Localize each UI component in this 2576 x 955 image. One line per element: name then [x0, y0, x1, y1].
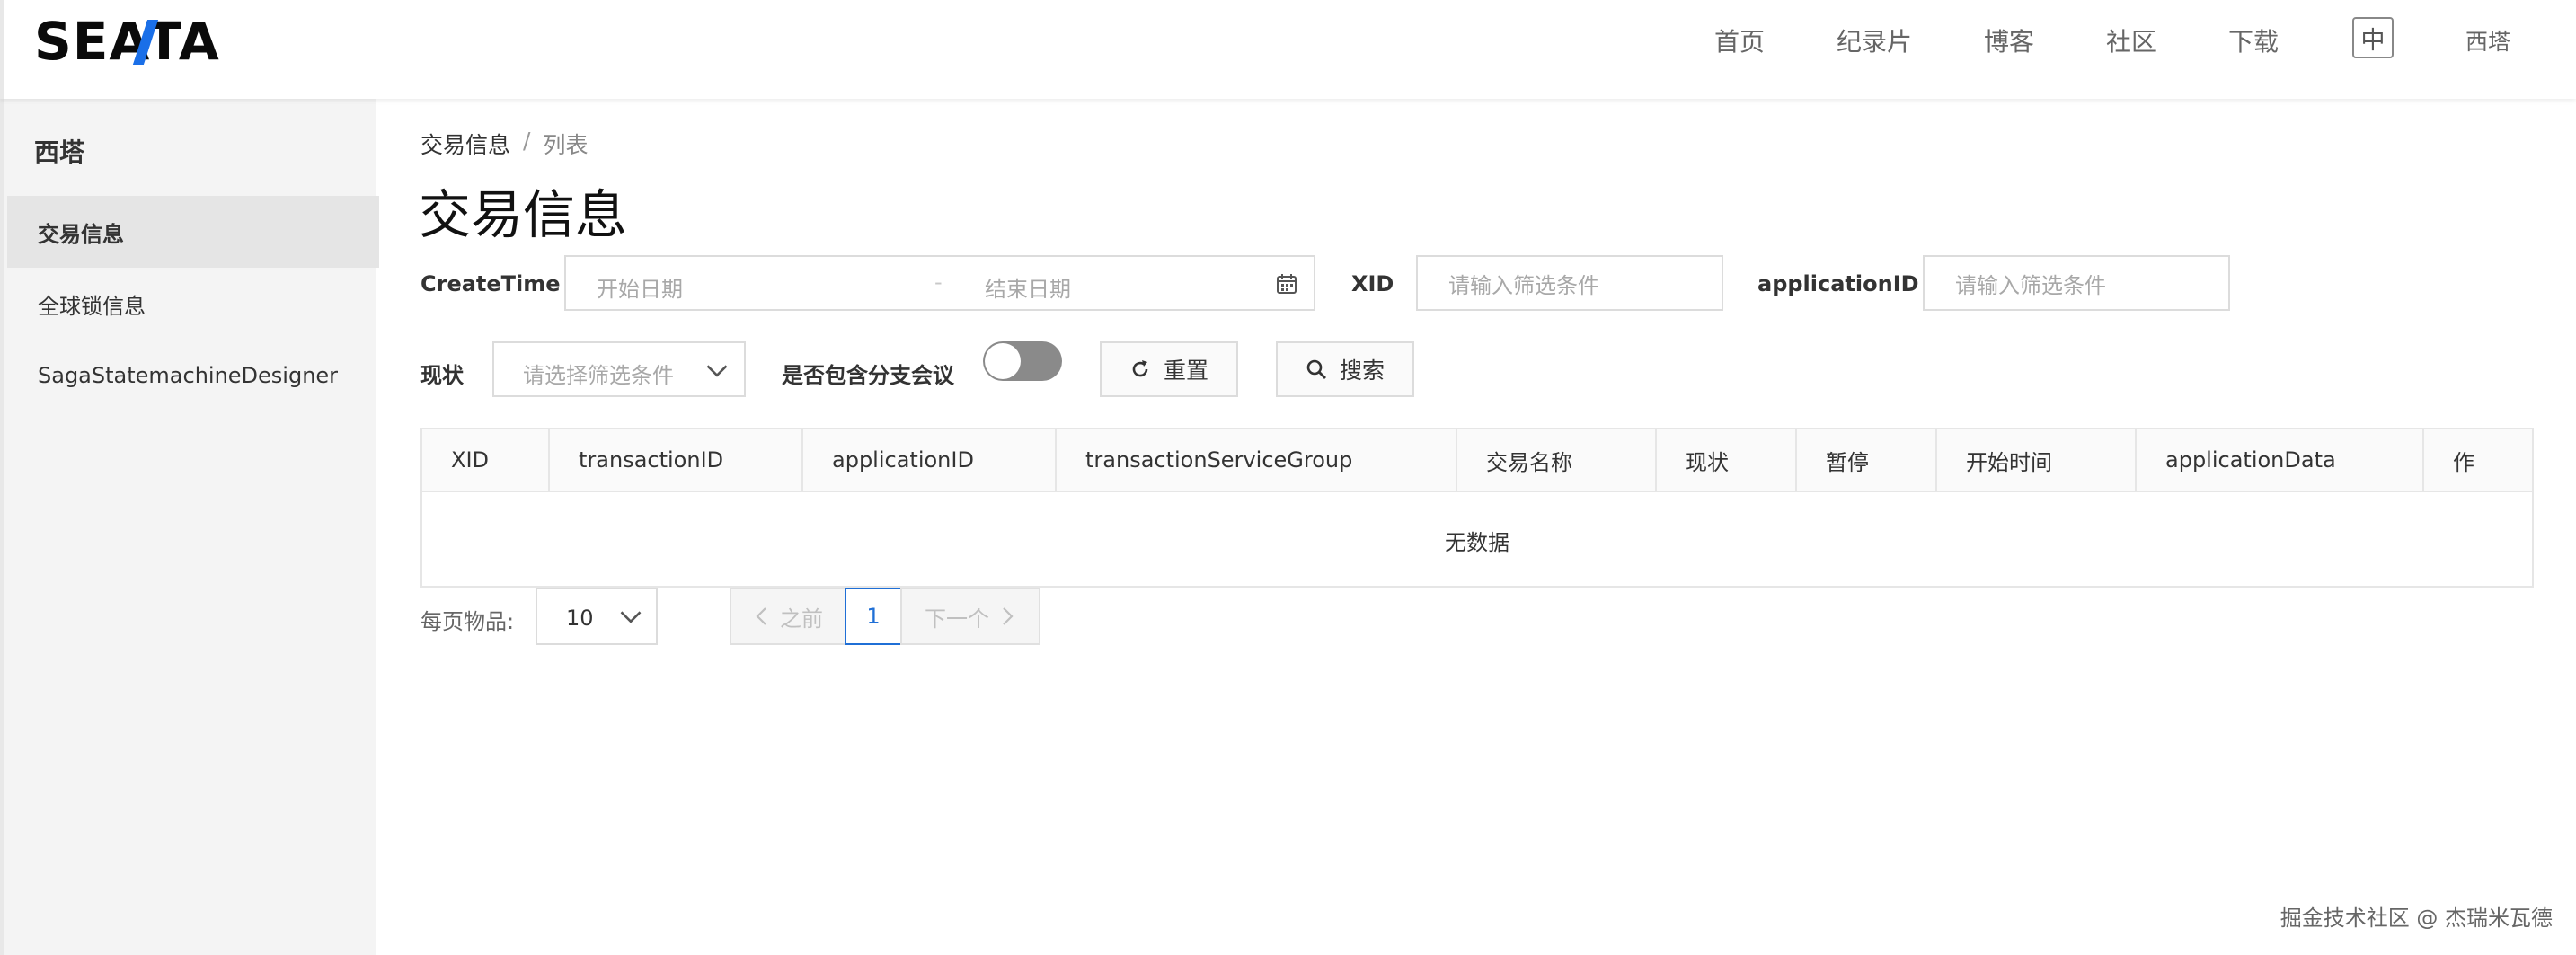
toggle-knob	[985, 343, 1021, 379]
page-size-label: 每页物品:	[420, 609, 515, 634]
nav-docs[interactable]: 纪录片	[1837, 22, 1912, 58]
column-header-application-data: applicationData	[2137, 429, 2424, 491]
nav-community[interactable]: 社区	[2106, 22, 2156, 58]
sidebar-title: 西塔	[34, 137, 85, 167]
breadcrumb-separator: /	[523, 128, 531, 154]
transactions-table: XID transactionID applicationID transact…	[420, 428, 2534, 588]
column-header-transaction-name: 交易名称	[1457, 429, 1657, 491]
sidebar-item-global-lock[interactable]: 全球锁信息	[7, 268, 379, 340]
chevron-down-icon	[706, 365, 728, 377]
status-select[interactable]: 请选择筛选条件	[492, 341, 746, 397]
xid-filter-input[interactable]: 请输入筛选条件	[1416, 255, 1723, 311]
nav-download[interactable]: 下载	[2228, 22, 2279, 58]
page: SEATA 首页 纪录片 博客 社区 下载 中 西塔 西塔 交易信息 全球锁信息…	[0, 0, 2576, 955]
xid-label: XID	[1351, 271, 1394, 296]
nav-home[interactable]: 首页	[1714, 22, 1765, 58]
top-header: SEATA 首页 纪录片 博客 社区 下载 中 西塔	[0, 0, 2576, 99]
sidebar-item-transactions[interactable]: 交易信息	[7, 196, 379, 268]
column-header-actions: 作	[2453, 449, 2474, 475]
createtime-label: CreateTime	[420, 271, 561, 296]
next-page-button[interactable]: 下一个	[900, 588, 1040, 645]
chevron-right-icon	[1003, 607, 1014, 625]
breadcrumb: 交易信息 / 列表	[420, 128, 588, 160]
logo-text: SEATA	[34, 11, 220, 72]
table-header: XID transactionID applicationID transact…	[422, 429, 2532, 492]
date-range-picker[interactable]: 开始日期 - 结束日期	[564, 255, 1315, 311]
column-header-paused: 暂停	[1797, 429, 1937, 491]
status-label: 现状	[420, 363, 464, 388]
end-date-input[interactable]: 结束日期	[985, 271, 1071, 303]
application-id-label: applicationID	[1757, 271, 1919, 296]
breadcrumb-current: 列表	[543, 132, 589, 158]
column-header-transaction-id: transactionID	[550, 429, 803, 491]
start-date-input[interactable]: 开始日期	[597, 271, 683, 303]
page-size-value: 10	[566, 606, 594, 631]
reset-button[interactable]: 重置	[1100, 341, 1238, 397]
search-button-label: 搜索	[1339, 358, 1385, 384]
column-header-service-group: transactionServiceGroup	[1057, 429, 1457, 491]
date-range-separator: -	[934, 270, 943, 295]
chevron-left-icon	[756, 607, 766, 625]
breadcrumb-link[interactable]: 交易信息	[420, 128, 510, 160]
column-header-application-id: applicationID	[803, 429, 1057, 491]
language-switch-button[interactable]: 中	[2352, 17, 2394, 58]
page-size-select[interactable]: 10	[536, 588, 658, 645]
page-number-current[interactable]: 1	[845, 588, 902, 645]
empty-state-text: 无数据	[1445, 529, 1509, 555]
refresh-icon	[1132, 360, 1148, 377]
search-icon	[1306, 359, 1326, 379]
sidebar: 西塔 交易信息 全球锁信息 SagaStatemachineDesigner	[0, 99, 379, 955]
status-select-placeholder: 请选择筛选条件	[523, 363, 674, 388]
application-id-filter-input[interactable]: 请输入筛选条件	[1923, 255, 2230, 311]
prev-page-button[interactable]: 之前	[730, 588, 846, 645]
sidebar-item-saga-designer[interactable]: SagaStatemachineDesigner	[7, 340, 379, 411]
page-title: 交易信息	[419, 184, 628, 245]
chevron-down-icon	[620, 611, 642, 623]
seata-logo[interactable]: SEATA	[34, 11, 220, 72]
nav-blog[interactable]: 博客	[1984, 22, 2034, 58]
prev-page-label: 之前	[780, 606, 823, 632]
reset-button-label: 重置	[1163, 358, 1208, 384]
user-menu[interactable]: 西塔	[2465, 24, 2510, 57]
column-header-status: 现状	[1657, 429, 1797, 491]
include-branch-toggle[interactable]	[983, 341, 1062, 381]
column-header-xid: XID	[422, 429, 550, 491]
calendar-icon[interactable]	[1276, 273, 1297, 295]
search-button[interactable]: 搜索	[1276, 341, 1414, 397]
column-header-start-time: 开始时间	[1937, 429, 2137, 491]
watermark-text: 掘金技术社区 @ 杰瑞米瓦德	[2279, 906, 2553, 931]
include-branch-label: 是否包含分支会议	[782, 363, 954, 388]
next-page-label: 下一个	[925, 606, 989, 632]
